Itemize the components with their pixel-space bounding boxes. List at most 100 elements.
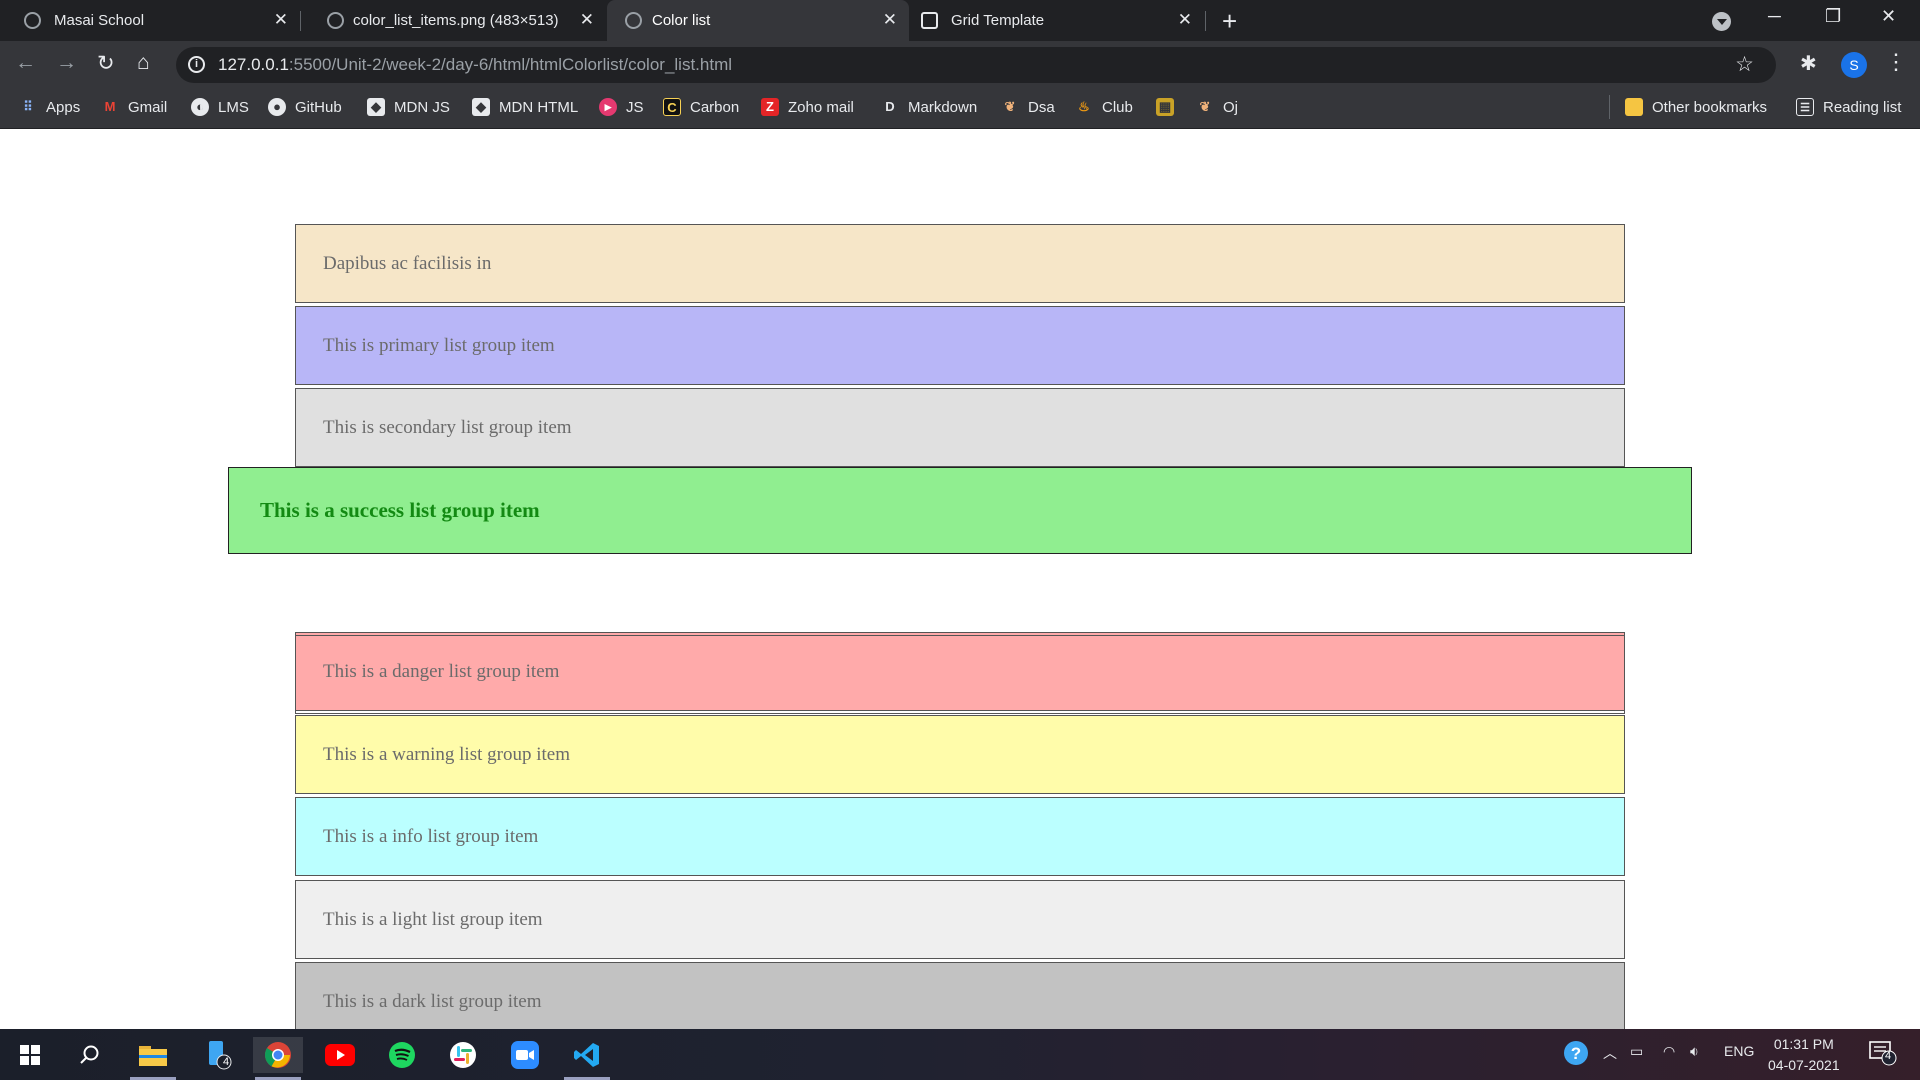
clock-date: 04-07-2021 bbox=[1768, 1057, 1840, 1073]
bookmark-label: Reading list bbox=[1823, 98, 1902, 116]
vscode-icon bbox=[574, 1043, 599, 1067]
tab-search-icon[interactable] bbox=[1712, 12, 1731, 31]
site-info-icon[interactable]: i bbox=[188, 56, 205, 73]
globe-icon bbox=[24, 12, 41, 29]
globe-icon bbox=[625, 12, 642, 29]
volume-icon[interactable]: 🔉︎ bbox=[1690, 1043, 1699, 1060]
spotify-button[interactable] bbox=[377, 1037, 427, 1073]
close-icon[interactable]: ✕ bbox=[883, 10, 897, 30]
bookmark-github[interactable]: ● GitHub bbox=[268, 98, 342, 116]
bookmark-gfg[interactable]: ▦ bbox=[1156, 98, 1183, 116]
bookmark-apps[interactable]: ⠿ Apps bbox=[19, 98, 80, 116]
bookmark-oj[interactable]: ❦ Oj bbox=[1196, 98, 1238, 116]
svg-text:?: ? bbox=[1571, 1044, 1581, 1063]
flame-icon: ♨ bbox=[1078, 99, 1090, 114]
globe-icon: ◐ bbox=[191, 98, 209, 116]
bookmark-zoho-mail[interactable]: Z Zoho mail bbox=[761, 98, 854, 116]
youtube-icon bbox=[325, 1044, 355, 1066]
chrome-icon bbox=[264, 1042, 291, 1068]
bookmark-lms[interactable]: ◐ LMS bbox=[191, 98, 249, 116]
clock[interactable]: 01:31 PM 04-07-2021 bbox=[1768, 1034, 1840, 1076]
bookmark-label: Gmail bbox=[128, 98, 168, 116]
vscode-button[interactable] bbox=[562, 1037, 612, 1080]
list-item-text: This is secondary list group item bbox=[323, 416, 572, 438]
notification-badge: 4 bbox=[223, 1056, 230, 1068]
bookmark-gmail[interactable]: M Gmail bbox=[101, 98, 168, 116]
notifications-icon[interactable]: 4 bbox=[1869, 1040, 1897, 1069]
play-icon: ▸ bbox=[599, 98, 617, 116]
tab-color-list[interactable]: Color list ✕ bbox=[607, 0, 909, 41]
battery-icon[interactable]: ▭ bbox=[1630, 1043, 1643, 1060]
chrome-button[interactable] bbox=[253, 1037, 303, 1080]
bookmark-dsa[interactable]: ❦ Dsa bbox=[1001, 98, 1055, 116]
tab-image[interactable]: color_list_items.png (483×513) ✕ bbox=[301, 0, 606, 41]
bookmark-markdown[interactable]: D Markdown bbox=[881, 98, 977, 116]
close-icon[interactable]: ✕ bbox=[274, 10, 288, 30]
bookmark-label: Other bookmarks bbox=[1652, 98, 1768, 116]
bookmark-club[interactable]: ♨ Club bbox=[1075, 98, 1133, 116]
minimize-button[interactable]: ─ bbox=[1768, 6, 1781, 27]
home-icon[interactable]: ⌂ bbox=[137, 51, 150, 75]
bookmark-js[interactable]: ▸ JS bbox=[599, 98, 644, 116]
codepen-icon bbox=[921, 12, 938, 29]
slack-icon bbox=[450, 1042, 476, 1068]
zoho-icon: Z bbox=[761, 98, 779, 116]
youtube-button[interactable] bbox=[315, 1037, 365, 1073]
toolbar: ← → ↻ ⌂ i 127.0.0.1:5500/Unit-2/week-2/d… bbox=[0, 41, 1920, 89]
bookmark-label: LMS bbox=[218, 98, 249, 116]
close-icon[interactable]: ✕ bbox=[580, 10, 594, 30]
tab-strip: Masai School ✕ color_list_items.png (483… bbox=[0, 0, 1920, 41]
bookmark-label: Club bbox=[1102, 98, 1133, 116]
markdown-icon: D bbox=[885, 99, 895, 114]
search-button[interactable] bbox=[65, 1037, 115, 1073]
code-icon: ❦ bbox=[1004, 99, 1016, 114]
phone-app-button[interactable]: 4 bbox=[193, 1037, 243, 1073]
tab-separator bbox=[1205, 11, 1206, 31]
spotify-icon bbox=[389, 1042, 415, 1068]
bookmark-other[interactable]: Other bookmarks bbox=[1625, 98, 1767, 116]
start-button[interactable] bbox=[5, 1037, 55, 1073]
reload-icon[interactable]: ↻ bbox=[97, 51, 115, 76]
url-text[interactable]: 127.0.0.1:5500/Unit-2/week-2/day-6/html/… bbox=[218, 55, 732, 75]
file-explorer-button[interactable] bbox=[128, 1037, 178, 1080]
list-item-primary: This is primary list group item bbox=[295, 306, 1625, 385]
gfg-icon: ▦ bbox=[1156, 98, 1174, 116]
mdn-icon: ◆ bbox=[472, 98, 490, 116]
tab-grid-template[interactable]: Grid Template ✕ bbox=[909, 0, 1204, 41]
language-indicator[interactable]: ENG bbox=[1724, 1043, 1754, 1059]
bookmark-label: Dsa bbox=[1028, 98, 1055, 116]
avatar[interactable]: S bbox=[1841, 52, 1867, 78]
wifi-icon[interactable]: ◠ bbox=[1663, 1043, 1675, 1060]
restore-button[interactable]: ❐ bbox=[1825, 6, 1841, 27]
bookmark-mdn-js[interactable]: ◆ MDN JS bbox=[367, 98, 450, 116]
extensions-icon[interactable]: ✱ bbox=[1800, 51, 1817, 76]
notification-badge: 4 bbox=[1885, 1050, 1892, 1062]
list-item-text: This is a info list group item bbox=[323, 825, 539, 847]
bookmarks-bar: ⠿ Apps M Gmail ◐ LMS ● GitHub ◆ MDN JS ◆ MDN H… bbox=[0, 89, 1920, 129]
address-bar[interactable]: i 127.0.0.1:5500/Unit-2/week-2/day-6/htm… bbox=[176, 47, 1776, 83]
bookmark-label: GitHub bbox=[295, 98, 342, 116]
new-tab-button[interactable]: + bbox=[1222, 6, 1237, 37]
back-icon[interactable]: ← bbox=[15, 51, 36, 75]
bookmark-label: JS bbox=[626, 98, 644, 116]
slack-button[interactable] bbox=[438, 1037, 488, 1073]
bookmark-carbon[interactable]: C Carbon bbox=[663, 98, 739, 116]
tab-title: Grid Template bbox=[951, 12, 1045, 29]
help-icon[interactable]: ? bbox=[1563, 1040, 1589, 1069]
menu-icon[interactable]: ⋮ bbox=[1885, 49, 1907, 75]
page-content: Dapibus ac facilisis in This is primary … bbox=[0, 129, 1920, 1041]
zoom-button[interactable] bbox=[500, 1037, 550, 1073]
gmail-icon: M bbox=[104, 99, 116, 114]
close-window-button[interactable]: ✕ bbox=[1881, 6, 1896, 27]
bookmark-star-icon[interactable]: ☆ bbox=[1735, 52, 1754, 77]
bookmark-mdn-html[interactable]: ◆ MDN HTML bbox=[472, 98, 578, 116]
list-item-warning: This is a warning list group item bbox=[295, 715, 1625, 794]
reading-list[interactable]: ☰ Reading list bbox=[1796, 98, 1901, 116]
globe-icon bbox=[327, 12, 344, 29]
zoom-icon bbox=[511, 1041, 539, 1069]
forward-icon[interactable]: → bbox=[56, 51, 77, 75]
tab-masai-school[interactable]: Masai School ✕ bbox=[0, 0, 300, 41]
chevron-up-icon[interactable]: ︿ bbox=[1603, 1043, 1617, 1063]
close-icon[interactable]: ✕ bbox=[1178, 10, 1192, 30]
bookmarks-separator bbox=[1609, 95, 1610, 119]
